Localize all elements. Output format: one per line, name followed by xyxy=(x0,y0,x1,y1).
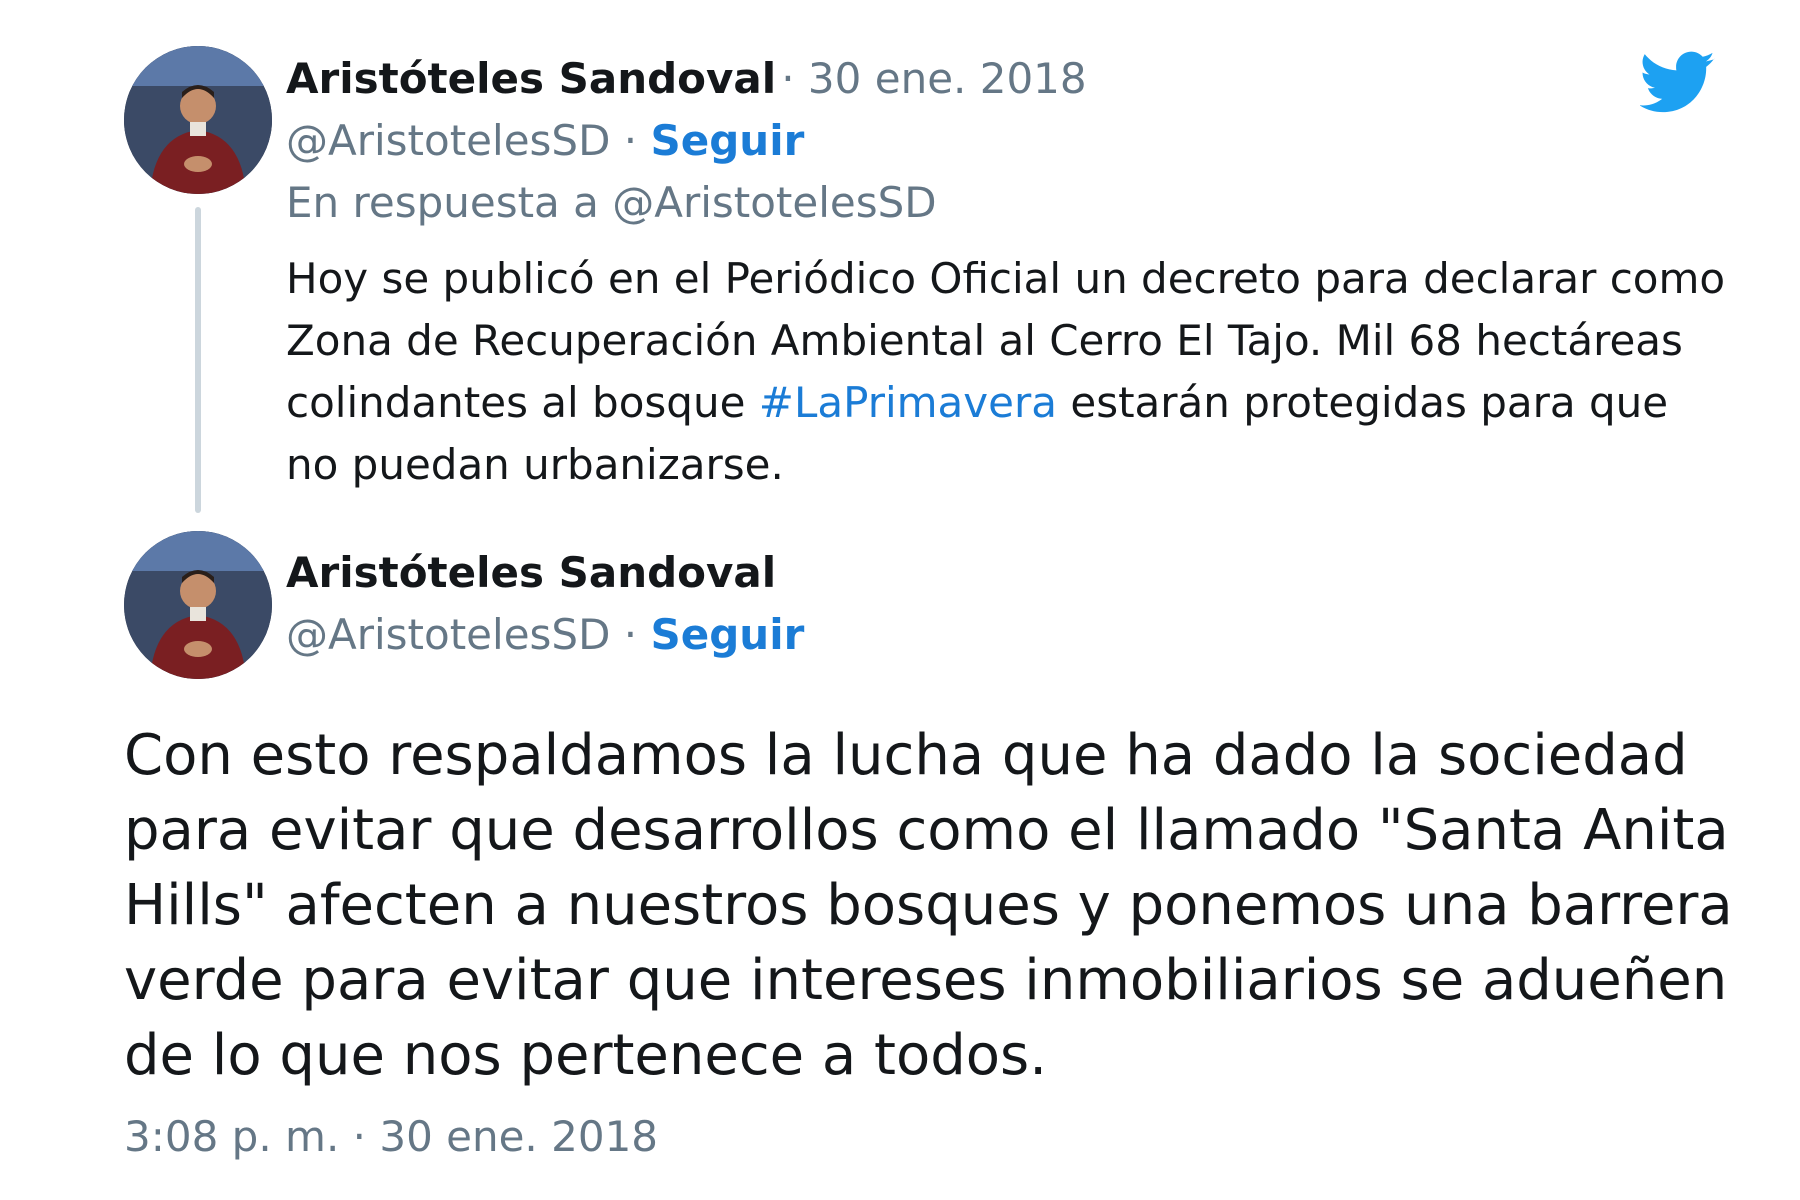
follow-button[interactable]: Seguir xyxy=(651,116,805,165)
parent-tweet-text: Hoy se publicó en el Periódico Oficial u… xyxy=(286,248,1726,496)
twitter-bird-icon[interactable] xyxy=(1640,50,1716,116)
avatar-photo xyxy=(124,46,272,194)
avatar[interactable] xyxy=(124,46,272,194)
separator-dot: · xyxy=(623,610,638,659)
parent-tweet-header: Aristóteles Sandoval · 30 ene. 2018 xyxy=(286,54,1087,103)
main-tweet-handle-row: @AristotelesSD · Seguir xyxy=(286,610,804,659)
author-name[interactable]: Aristóteles Sandoval xyxy=(286,54,776,103)
author-handle[interactable]: @AristotelesSD xyxy=(286,610,610,659)
thread-connector xyxy=(195,207,201,513)
author-handle[interactable]: @AristotelesSD xyxy=(286,116,610,165)
separator-dot: · xyxy=(623,116,638,165)
avatar[interactable] xyxy=(124,531,272,679)
avatar-photo xyxy=(124,531,272,679)
hashtag-link[interactable]: #LaPrimavera xyxy=(759,378,1057,427)
main-tweet-header: Aristóteles Sandoval xyxy=(286,548,776,597)
tweet-date[interactable]: · 30 ene. 2018 xyxy=(781,54,1086,103)
follow-button[interactable]: Seguir xyxy=(651,610,805,659)
main-tweet-text: Con esto respaldamos la lucha que ha dad… xyxy=(124,723,1733,1088)
reply-context: En respuesta a @AristotelesSD xyxy=(286,178,937,227)
author-name[interactable]: Aristóteles Sandoval xyxy=(286,548,776,597)
parent-tweet-handle-row: @AristotelesSD · Seguir xyxy=(286,116,804,165)
tweet-timestamp[interactable]: 3:08 p. m. · 30 ene. 2018 xyxy=(124,1112,658,1161)
